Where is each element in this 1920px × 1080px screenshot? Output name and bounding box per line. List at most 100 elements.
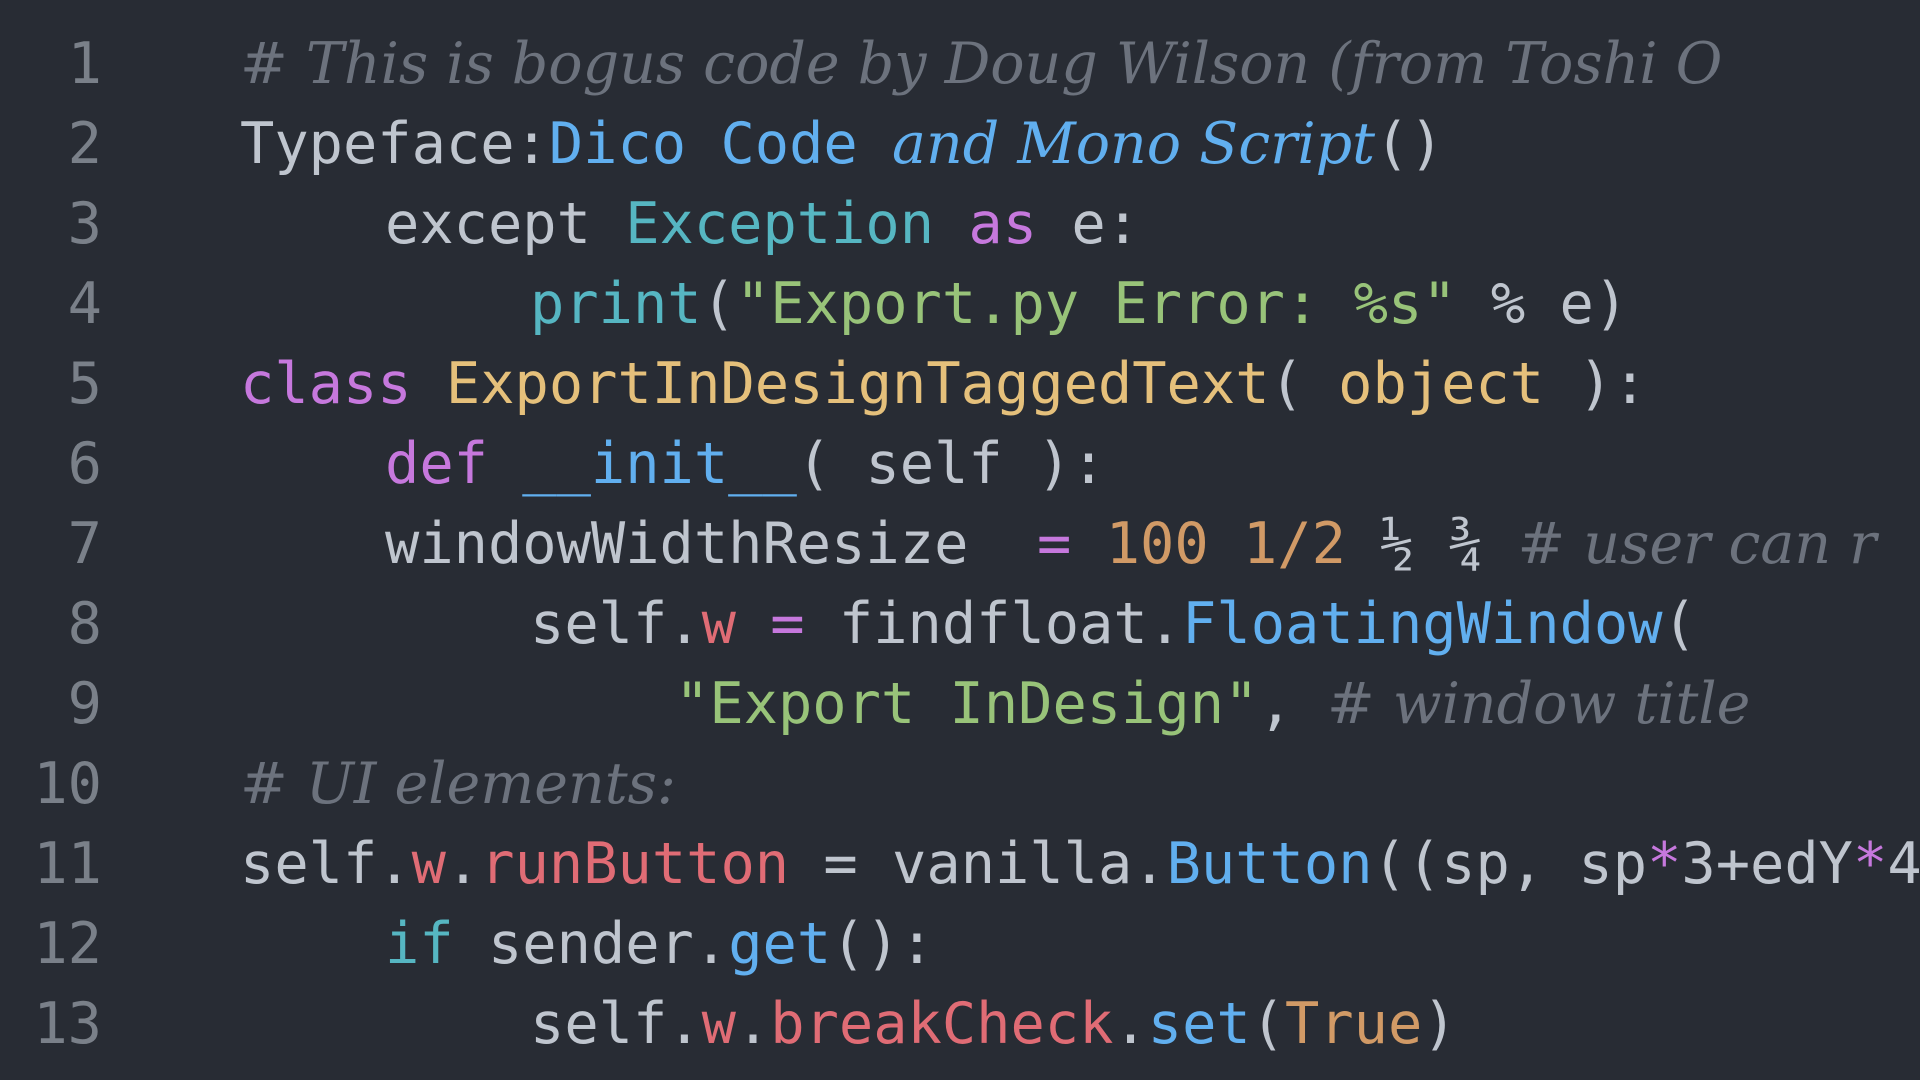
code-token: = xyxy=(1037,511,1072,577)
code-token: "Export InDesign" xyxy=(675,671,1259,737)
code-token: . xyxy=(445,831,481,897)
code-token: ) xyxy=(1422,991,1457,1057)
code-line[interactable]: 1 # This is bogus code by Doug Wilson (fr… xyxy=(0,24,1920,104)
code-token: Exception xyxy=(625,191,935,257)
code-token: windowWidthResize xyxy=(385,511,1038,577)
code-token: self. xyxy=(240,831,412,897)
code-line[interactable]: 4 print("Export.py Error: %s" % e) xyxy=(0,264,1920,344)
code-line[interactable]: 10 # UI elements: xyxy=(0,744,1920,824)
code-token: ( xyxy=(1269,351,1339,417)
code-token: breakCheck xyxy=(770,991,1114,1057)
code-token: # UI elements: xyxy=(240,751,677,817)
line-number: 1 xyxy=(67,31,102,97)
line-code: print("Export.py Error: %s" % e) xyxy=(530,264,1628,344)
code-line[interactable]: 13 self.w.breakCheck.set(True) xyxy=(0,984,1920,1064)
code-token: as xyxy=(968,191,1038,257)
line-number: 2 xyxy=(67,111,102,177)
line-code: Typeface:Dico Code and Mono Script() xyxy=(240,104,1444,184)
code-token: Typeface: xyxy=(240,111,549,177)
code-token: Button xyxy=(1166,831,1373,897)
line-code: except Exception as e: xyxy=(385,184,1140,264)
code-line[interactable]: 5 class ExportInDesignTaggedText( object … xyxy=(0,344,1920,424)
code-token: () xyxy=(1375,111,1444,177)
code-token: set xyxy=(1147,991,1251,1057)
code-line[interactable]: 3 except Exception as e: xyxy=(0,184,1920,264)
code-token: (): xyxy=(831,911,935,977)
code-token: object xyxy=(1338,351,1545,417)
code-line[interactable]: 12 if sender.get(): xyxy=(0,904,1920,984)
line-number: 13 xyxy=(33,991,102,1057)
line-number: 10 xyxy=(33,751,102,817)
code-token: ½ ¾ xyxy=(1345,511,1518,577)
code-token: , xyxy=(1258,671,1328,737)
code-token: and Mono Script xyxy=(892,111,1376,177)
line-number: 6 xyxy=(67,431,102,497)
line-number: 4 xyxy=(67,271,102,337)
code-token: = xyxy=(770,591,805,657)
code-line[interactable]: 11 self.w.runButton = vanilla.Button((sp,… xyxy=(0,824,1920,904)
code-token: e: xyxy=(1037,191,1140,257)
line-number: 12 xyxy=(33,911,102,977)
code-token: self. xyxy=(530,591,702,657)
code-token: . xyxy=(735,991,771,1057)
code-token: # user can r xyxy=(1517,511,1877,577)
line-number: 11 xyxy=(33,831,102,897)
code-line[interactable]: 8 self.w = findfloat.FloatingWindow( xyxy=(0,584,1920,664)
code-token: ( xyxy=(1662,591,1697,657)
code-token: def xyxy=(385,431,523,497)
code-token: * xyxy=(1647,831,1682,897)
code-token: __init__ xyxy=(522,431,797,497)
code-editor[interactable]: 1 # This is bogus code by Doug Wilson (fr… xyxy=(0,0,1920,1080)
line-number: 5 xyxy=(67,351,102,417)
code-token: runButton xyxy=(480,831,790,897)
code-token: 100 1/2 xyxy=(1105,511,1346,577)
code-token: 3+edY xyxy=(1681,831,1853,897)
line-number: 3 xyxy=(67,191,102,257)
code-token: ): xyxy=(1544,351,1648,417)
code-token: if xyxy=(385,911,454,977)
code-token: ((sp, sp xyxy=(1372,831,1648,897)
line-code: "Export InDesign", # window title xyxy=(675,664,1750,744)
line-code: # UI elements: xyxy=(240,744,676,824)
code-token: self. xyxy=(530,991,702,1057)
code-token: w xyxy=(411,831,446,897)
code-token: class xyxy=(240,351,446,417)
code-token: ( self ): xyxy=(796,431,1106,497)
line-code: self.w.runButton = vanilla.Button((sp, s… xyxy=(240,824,1920,904)
code-token: # window title xyxy=(1327,671,1751,737)
code-token: get xyxy=(728,911,832,977)
code-token: % e) xyxy=(1456,271,1629,337)
code-token: findfloat. xyxy=(804,591,1183,657)
line-code: def __init__( self ): xyxy=(385,424,1106,504)
code-line[interactable]: 6 def __init__( self ): xyxy=(0,424,1920,504)
line-code: if sender.get(): xyxy=(385,904,934,984)
code-token: = vanilla. xyxy=(789,831,1167,897)
code-line[interactable]: 7 windowWidthResize = 100 1/2 ½ ¾ # user … xyxy=(0,504,1920,584)
code-token: w xyxy=(701,991,736,1057)
code-token: . xyxy=(1113,991,1148,1057)
code-token: True xyxy=(1285,991,1423,1057)
code-token: print xyxy=(530,271,702,337)
line-code: self.w.breakCheck.set(True) xyxy=(530,984,1457,1064)
line-number: 9 xyxy=(67,671,102,737)
line-code: windowWidthResize = 100 1/2 ½ ¾ # user c… xyxy=(385,504,1876,584)
code-line[interactable]: 2 Typeface:Dico Code and Mono Script() xyxy=(0,104,1920,184)
code-token: Dico Code xyxy=(548,111,893,177)
code-token: 4 xyxy=(1887,831,1920,897)
code-token: except xyxy=(385,191,626,257)
line-code: class ExportInDesignTaggedText( object )… xyxy=(240,344,1647,424)
line-number: 8 xyxy=(67,591,102,657)
line-number: 7 xyxy=(67,511,102,577)
code-token: ExportInDesignTaggedText xyxy=(445,351,1270,417)
code-token: ( xyxy=(1250,991,1286,1057)
code-token: w xyxy=(701,591,736,657)
line-code: # This is bogus code by Doug Wilson (fro… xyxy=(240,24,1722,104)
code-token: * xyxy=(1852,831,1888,897)
line-code: self.w = findfloat.FloatingWindow( xyxy=(530,584,1697,664)
code-line[interactable]: 9 "Export InDesign", # window title xyxy=(0,664,1920,744)
code-token: sender. xyxy=(453,911,729,977)
code-token: "Export.py Error: %s" xyxy=(735,271,1457,337)
